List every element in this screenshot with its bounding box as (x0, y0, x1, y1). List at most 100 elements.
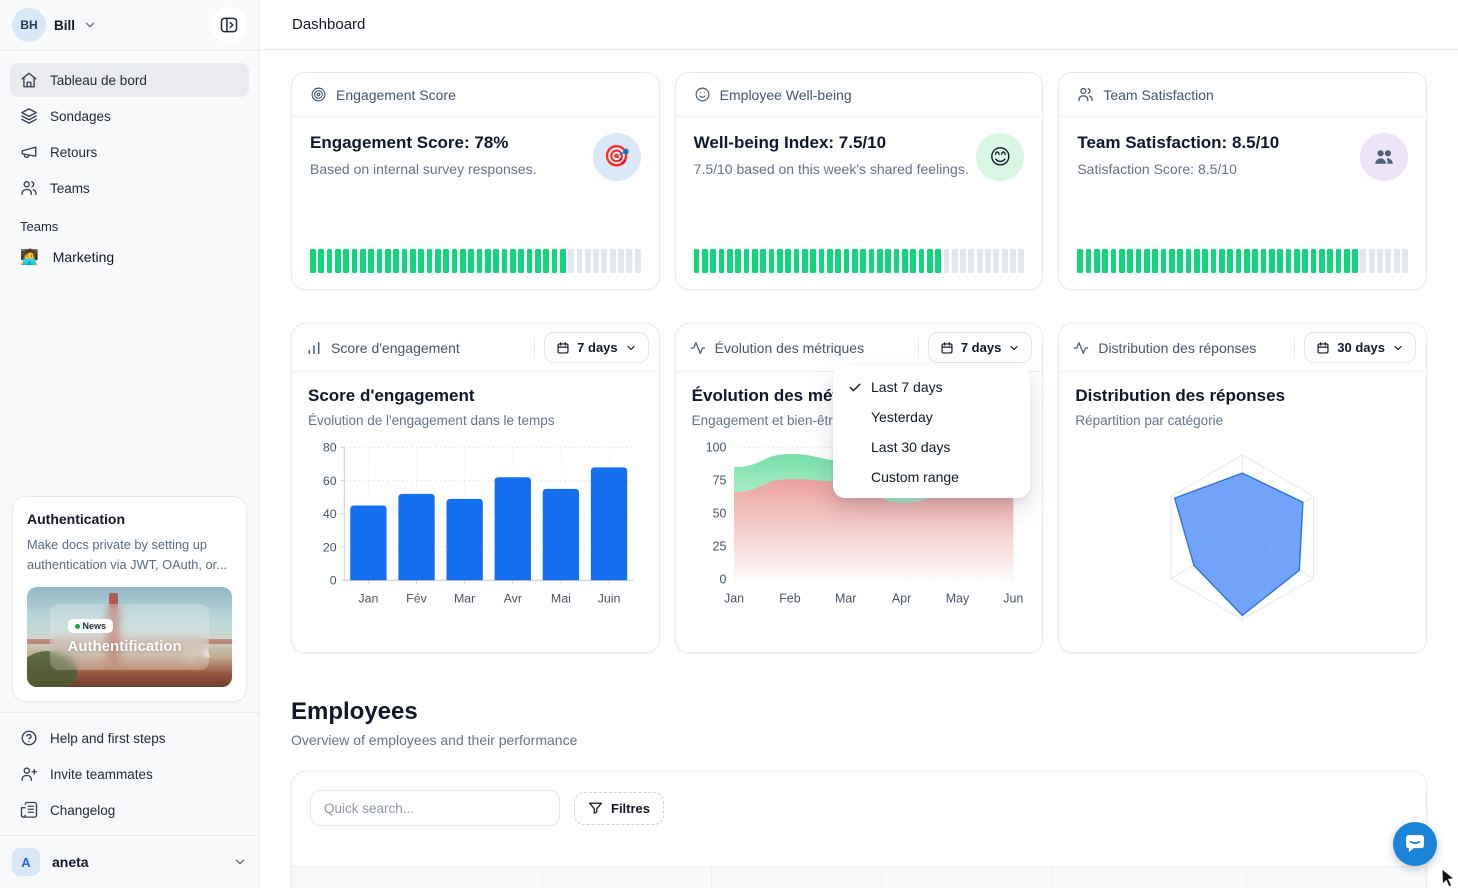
news-badge: News (68, 619, 114, 633)
chat-icon (1402, 831, 1428, 857)
search-input[interactable] (310, 790, 560, 826)
sidebar-footer-item-changelog[interactable]: Changelog (10, 793, 249, 827)
sidebar-item-tableau-de-bord[interactable]: Tableau de bord (10, 63, 249, 97)
chevron-down-icon (1008, 342, 1020, 354)
card-label: Évolution des métriques (715, 340, 909, 356)
card-label: Team Satisfaction (1103, 87, 1214, 103)
progress-ticks (676, 249, 1043, 289)
page-header: Dashboard (260, 0, 1458, 50)
date-range-button[interactable]: 7 days (544, 332, 648, 363)
user-plus-icon (20, 765, 38, 783)
menu-item-yesterday[interactable]: Yesterday (839, 402, 1024, 432)
svg-text:80: 80 (323, 441, 337, 455)
menu-item-custom-range[interactable]: Custom range (839, 462, 1024, 492)
calendar-icon (556, 341, 570, 355)
progress-ticks (292, 249, 659, 289)
svg-text:Jan: Jan (358, 591, 378, 605)
svg-text:Feb: Feb (779, 591, 800, 605)
team-emoji: 🧑‍💻 (20, 248, 39, 266)
chevron-down-icon (83, 18, 97, 32)
promo-overlay-title: Authentification (68, 638, 182, 655)
chart-title: Distribution des réponses (1075, 386, 1410, 406)
activity-icon (690, 340, 706, 356)
panel-collapse-icon (219, 15, 239, 35)
sidebar: BH Bill Tableau de bordSondagesRetoursTe… (0, 0, 260, 888)
svg-text:Fév: Fév (406, 591, 427, 605)
svg-text:Mar: Mar (835, 591, 856, 605)
calendar-icon (1316, 341, 1330, 355)
svg-text:50: 50 (712, 507, 726, 521)
stat-subtitle: Satisfaction Score: 8.5/10 (1077, 161, 1360, 177)
bar-chart: 020406080JanFévMarAvrMaiJuin (308, 434, 643, 616)
workspace-avatar: A (12, 848, 40, 876)
column-header-user[interactable]: User (292, 867, 542, 888)
chart-title: Score d'engagement (308, 386, 643, 406)
employees-title: Employees (291, 698, 1427, 726)
stat-title: Team Satisfaction: 8.5/10 (1077, 133, 1360, 153)
authentication-promo-card[interactable]: Authentication Make docs private by sett… (12, 496, 247, 702)
table-toolbar: Filtres (292, 772, 1426, 844)
check-icon (847, 379, 863, 395)
menu-item-last-30-days[interactable]: Last 30 days (839, 432, 1024, 462)
chevron-down-icon (625, 342, 637, 354)
card-label: Engagement Score (336, 87, 456, 103)
layers-icon (20, 107, 38, 125)
column-header-position[interactable]: Position (711, 867, 881, 888)
workspace-switcher[interactable]: A aneta (0, 835, 259, 888)
svg-text:Apr: Apr (892, 591, 911, 605)
team-item-marketing[interactable]: 🧑‍💻Marketing (0, 240, 259, 274)
wellbeing-card: Employee Well-being Well-being Index: 7.… (675, 72, 1044, 290)
user-menu[interactable]: Bill (54, 18, 75, 33)
svg-text:0: 0 (330, 574, 337, 588)
page-title: Dashboard (292, 16, 365, 33)
stat-subtitle: 7.5/10 based on this week's shared feeli… (694, 161, 977, 177)
sidebar-footer-item-help-and-first-steps[interactable]: Help and first steps (10, 721, 249, 755)
svg-text:0: 0 (719, 573, 726, 587)
svg-text:Juin: Juin (598, 591, 621, 605)
svg-text:40: 40 (323, 507, 337, 521)
stat-title: Well-being Index: 7.5/10 (694, 133, 977, 153)
home-icon (20, 71, 38, 89)
workspace-name: aneta (52, 854, 89, 870)
date-range-button[interactable]: 7 days (928, 332, 1032, 363)
column-header-team[interactable]: Team (542, 867, 712, 888)
app-window: BH Bill Tableau de bordSondagesRetoursTe… (0, 0, 1458, 888)
chart-subtitle: Répartition par catégorie (1075, 413, 1410, 428)
sidebar-header: BH Bill (0, 0, 259, 50)
column-header-participation[interactable]: Participation (881, 867, 1051, 888)
sidebar-collapse-button[interactable] (211, 7, 247, 43)
svg-text:Mai: Mai (551, 591, 571, 605)
promo-image: News Authentification (27, 587, 232, 687)
svg-text:60: 60 (323, 474, 337, 488)
employees-table-card: Filtres UserTeamPositionParticipationPer… (291, 771, 1427, 888)
svg-text:20: 20 (323, 540, 337, 554)
sidebar-item-retours[interactable]: Retours (10, 135, 249, 169)
chevron-down-icon (1392, 342, 1404, 354)
radar-chart (1075, 434, 1410, 641)
stat-subtitle: Based on internal survey responses. (310, 161, 593, 177)
promo-title: Authentication (27, 511, 232, 527)
chat-launcher-button[interactable] (1393, 822, 1437, 866)
filters-button[interactable]: Filtres (574, 792, 664, 825)
avatar[interactable]: BH (12, 8, 46, 42)
sidebar-item-teams[interactable]: Teams (10, 171, 249, 205)
column-header-tasks[interactable]: Tasks (1246, 867, 1426, 888)
sidebar-item-sondages[interactable]: Sondages (10, 99, 249, 133)
svg-text:Avr: Avr (504, 591, 522, 605)
sidebar-footer-item-invite-teammates[interactable]: Invite teammates (10, 757, 249, 791)
card-label: Score d'engagement (331, 340, 525, 356)
chart-subtitle: Évolution de l'engagement dans le temps (308, 413, 643, 428)
progress-ticks (1059, 249, 1426, 289)
people-icon (1360, 133, 1408, 181)
svg-text:75: 75 (712, 474, 726, 488)
column-header-performance[interactable]: Performance (1051, 867, 1247, 888)
menu-item-last-7-days[interactable]: Last 7 days (839, 372, 1024, 402)
engagement-chart-card: Score d'engagement 7 days Score d'engage… (291, 323, 660, 653)
help-circle-icon (20, 729, 38, 747)
svg-text:Jan: Jan (724, 591, 744, 605)
team-satisfaction-card: Team Satisfaction Team Satisfaction: 8.5… (1058, 72, 1427, 290)
date-range-button[interactable]: 30 days (1304, 332, 1416, 363)
funnel-icon (588, 801, 603, 816)
employees-subtitle: Overview of employees and their performa… (291, 732, 1427, 748)
users-icon (20, 179, 38, 197)
